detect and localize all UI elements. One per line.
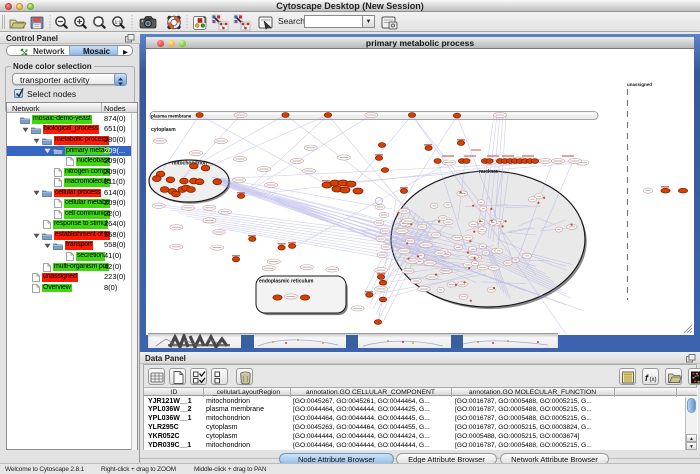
svg-text:plasma membrane: plasma membrane (151, 113, 192, 118)
svg-text:unassigned: unassigned (627, 82, 652, 87)
svg-text:endoplasmic reticulum: endoplasmic reticulum (259, 279, 314, 285)
svg-text:(x): (x) (650, 377, 657, 383)
svg-text:cytoplasm: cytoplasm (151, 127, 176, 133)
svg-text:1:1: 1:1 (115, 20, 122, 25)
svg-text:f: f (645, 373, 649, 383)
